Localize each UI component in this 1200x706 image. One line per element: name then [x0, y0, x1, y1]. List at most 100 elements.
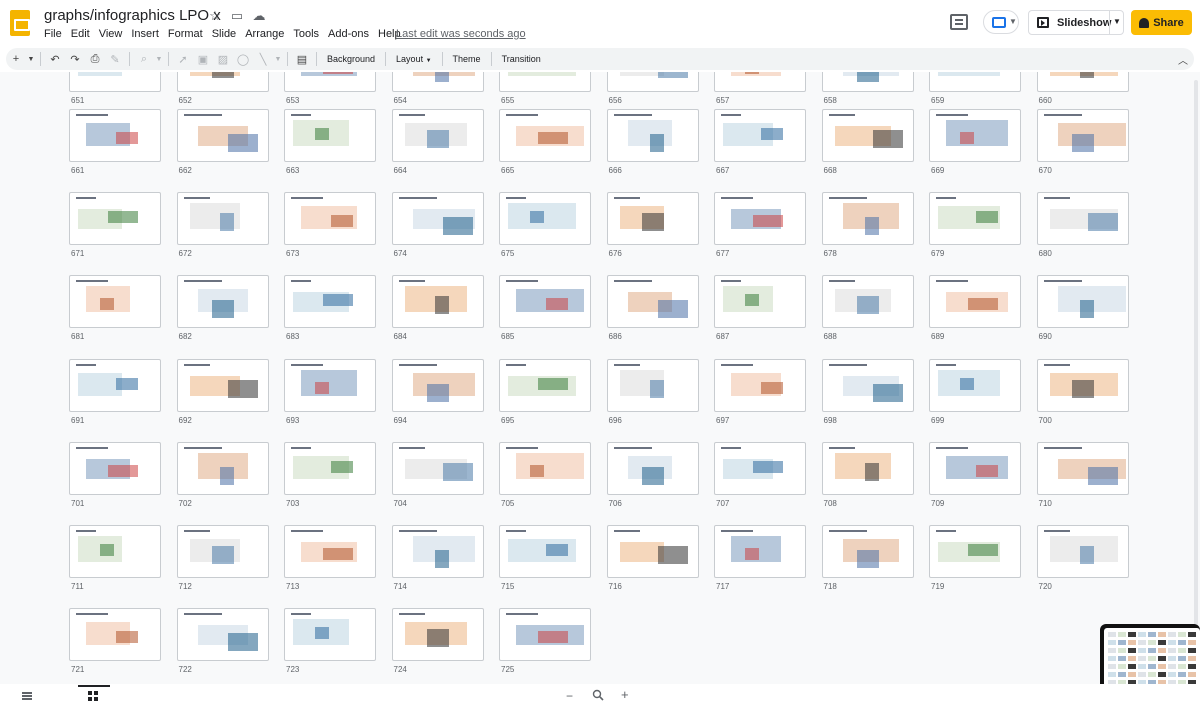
shape-icon[interactable]: ◯: [233, 50, 253, 68]
slide-thumbnail-cell[interactable]: 681: [69, 275, 161, 345]
slide-thumbnail[interactable]: [391, 441, 484, 495]
slide-thumbnail-cell[interactable]: 703: [284, 441, 376, 512]
slide-thumbnail-cell[interactable]: 684: [391, 275, 484, 345]
zoom-chevron-icon[interactable]: ▼: [154, 50, 164, 68]
collapse-toolbar-icon[interactable]: ︿: [1178, 52, 1188, 67]
slides-logo-icon[interactable]: [10, 10, 30, 36]
slide-thumbnail-cell[interactable]: 667: [714, 109, 806, 179]
slide-thumbnail[interactable]: [714, 525, 806, 578]
slide-thumbnail[interactable]: [929, 192, 1021, 246]
slide-thumbnail[interactable]: [821, 192, 914, 246]
slide-thumbnail[interactable]: [606, 109, 699, 162]
screenshot-preview-window[interactable]: [1100, 624, 1200, 684]
slide-thumbnail-cell[interactable]: 692: [176, 358, 269, 429]
slideshow-button[interactable]: Slideshow ▼: [1028, 10, 1124, 35]
slide-thumbnail[interactable]: [499, 608, 591, 662]
slide-thumbnail[interactable]: [1036, 358, 1129, 412]
slide-thumbnail-cell[interactable]: 708: [821, 441, 914, 512]
move-folder-icon[interactable]: ▭: [230, 9, 244, 23]
slide-thumbnail[interactable]: [606, 275, 699, 329]
slide-thumbnail-cell[interactable]: 688: [821, 275, 914, 345]
menu-tools[interactable]: Tools: [293, 28, 327, 40]
slide-thumbnail[interactable]: [821, 358, 914, 412]
slide-thumbnail[interactable]: [714, 72, 806, 92]
layout-button[interactable]: Layout ▼: [390, 54, 438, 64]
list-view-icon[interactable]: [22, 692, 32, 700]
slide-thumbnail[interactable]: [1036, 72, 1129, 92]
slide-thumbnail-cell[interactable]: 675: [499, 192, 591, 262]
slide-thumbnail-cell[interactable]: 668: [821, 109, 914, 179]
line-chevron-icon[interactable]: ▼: [273, 50, 283, 68]
slide-thumbnail-cell[interactable]: 679: [929, 192, 1021, 262]
slide-thumbnail-cell[interactable]: 715: [499, 525, 591, 595]
slide-thumbnail-cell[interactable]: 705: [499, 441, 591, 512]
slide-thumbnail-cell[interactable]: 695: [499, 358, 591, 429]
slide-thumbnail-cell[interactable]: 687: [714, 275, 806, 345]
slide-thumbnail[interactable]: [69, 441, 161, 495]
slide-thumbnail[interactable]: [929, 109, 1021, 162]
line-icon[interactable]: ╲: [253, 50, 273, 68]
cloud-status-icon[interactable]: ☁: [252, 9, 266, 23]
comments-icon[interactable]: [950, 14, 968, 30]
slide-thumbnail-cell[interactable]: 709: [929, 441, 1021, 512]
slide-thumbnail-cell[interactable]: 721: [69, 608, 161, 678]
slide-thumbnail[interactable]: [821, 525, 914, 578]
slide-thumbnail-cell[interactable]: 724: [391, 608, 484, 678]
slide-thumbnail[interactable]: [176, 275, 269, 329]
slide-thumbnail-cell[interactable]: 711: [69, 525, 161, 595]
slide-thumbnail-cell[interactable]: 662: [176, 109, 269, 179]
slide-thumbnail-cell[interactable]: 673: [284, 192, 376, 262]
slide-thumbnail-cell[interactable]: 694: [391, 358, 484, 429]
slide-thumbnail-cell[interactable]: 710: [1036, 441, 1129, 512]
slide-thumbnail-cell[interactable]: 719: [929, 525, 1021, 595]
slide-thumbnail-cell[interactable]: 664: [391, 109, 484, 179]
slide-thumbnail[interactable]: [714, 192, 806, 246]
slide-thumbnail[interactable]: [1036, 275, 1129, 329]
slide-thumbnail-cell[interactable]: 670: [1036, 109, 1129, 179]
menu-view[interactable]: View: [99, 28, 131, 40]
slide-thumbnail[interactable]: [284, 608, 376, 662]
theme-button[interactable]: Theme: [447, 54, 487, 64]
background-button[interactable]: Background: [321, 54, 381, 64]
slide-thumbnail[interactable]: [69, 72, 161, 92]
slide-thumbnail[interactable]: [821, 441, 914, 495]
slide-thumbnail[interactable]: [499, 72, 591, 92]
slide-thumbnail-cell[interactable]: 717: [714, 525, 806, 595]
slide-thumbnail-cell[interactable]: 669: [929, 109, 1021, 179]
slide-thumbnail[interactable]: [606, 72, 699, 92]
slide-thumbnail[interactable]: [821, 275, 914, 329]
slide-thumbnail[interactable]: [284, 72, 376, 92]
slide-thumbnail[interactable]: [176, 441, 269, 495]
slide-thumbnail[interactable]: [606, 441, 699, 495]
slide-thumbnail-cell[interactable]: 706: [606, 441, 699, 512]
zoom-in-icon[interactable]: +: [621, 687, 629, 702]
slide-thumbnail-cell[interactable]: 651: [69, 72, 161, 109]
slide-thumbnail-cell[interactable]: 685: [499, 275, 591, 345]
slide-thumbnail-cell[interactable]: 699: [929, 358, 1021, 429]
slide-thumbnail-cell[interactable]: 720: [1036, 525, 1129, 595]
slide-thumbnail[interactable]: [606, 192, 699, 246]
slide-thumbnail[interactable]: [176, 72, 269, 92]
slide-thumbnail[interactable]: [69, 358, 161, 412]
slide-thumbnail[interactable]: [929, 525, 1021, 578]
slide-thumbnail-cell[interactable]: 707: [714, 441, 806, 512]
slide-thumbnail-cell[interactable]: 677: [714, 192, 806, 262]
slide-thumbnail[interactable]: [69, 608, 161, 662]
slide-thumbnail[interactable]: [499, 525, 591, 578]
slide-thumbnail[interactable]: [821, 72, 914, 92]
slide-thumbnail-cell[interactable]: 714: [391, 525, 484, 595]
slide-thumbnail[interactable]: [69, 109, 161, 162]
slide-thumbnail[interactable]: [499, 192, 591, 246]
slide-thumbnail-cell[interactable]: 676: [606, 192, 699, 262]
slide-thumbnail-cell[interactable]: 716: [606, 525, 699, 595]
slide-thumbnail[interactable]: [714, 275, 806, 329]
slide-thumbnail[interactable]: [284, 358, 376, 412]
slide-thumbnail-cell[interactable]: 654: [391, 72, 484, 109]
menu-file[interactable]: File: [44, 28, 70, 40]
text-box-icon[interactable]: ▣: [193, 50, 213, 68]
slide-thumbnail-cell[interactable]: 696: [606, 358, 699, 429]
slide-thumbnail[interactable]: [284, 525, 376, 578]
document-title[interactable]: graphs/infographics LPO x: [44, 7, 221, 24]
slide-thumbnail[interactable]: [499, 109, 591, 162]
zoom-out-icon[interactable]: −: [566, 689, 573, 703]
